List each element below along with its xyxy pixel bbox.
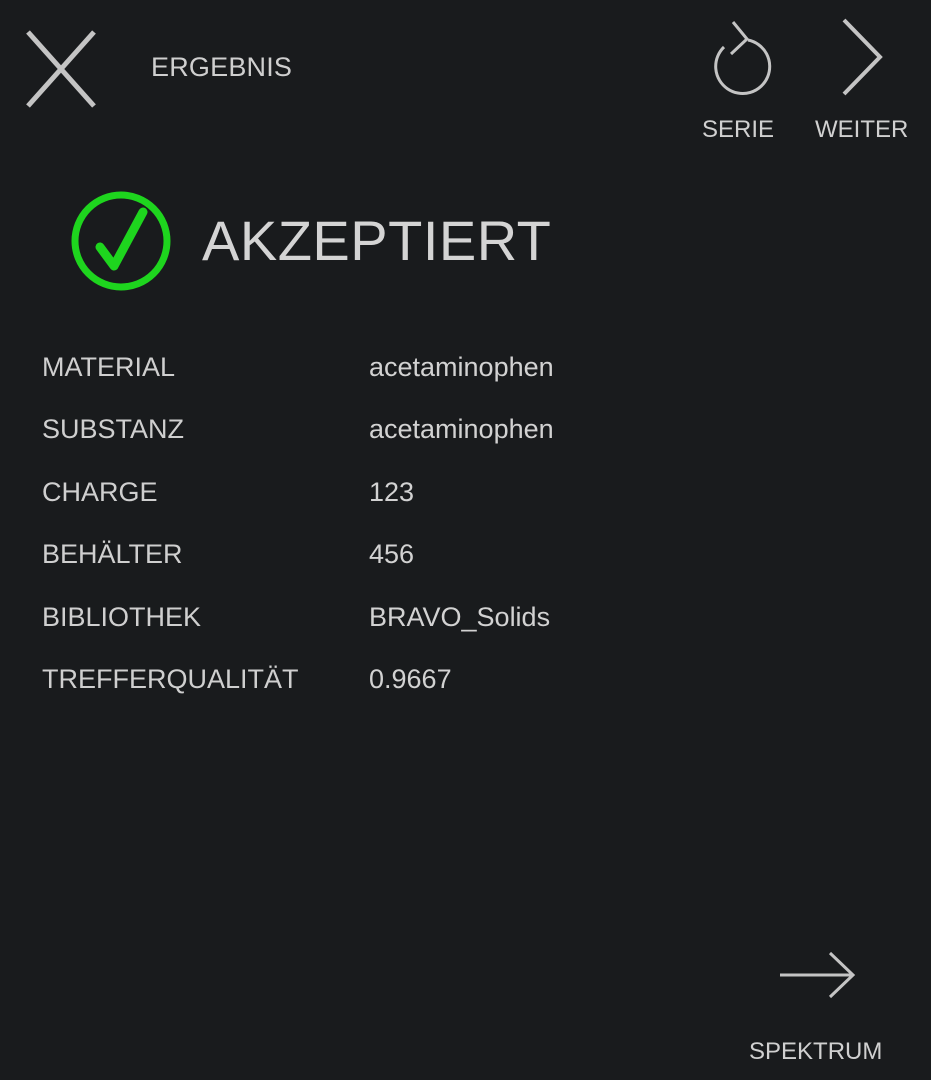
detail-value: BRAVO_Solids (369, 601, 551, 632)
spektrum-label: SPEKTRUM (749, 1038, 883, 1065)
spektrum-button[interactable]: SPEKTRUM (740, 944, 900, 1070)
serie-label: SERIE (702, 116, 775, 143)
chevron-right-icon (842, 18, 883, 96)
detail-value: 0.9667 (369, 663, 452, 694)
detail-row-charge: CHARGE 123 (42, 477, 662, 539)
detail-label: CHARGE (42, 476, 158, 507)
weiter-label: WEITER (815, 116, 909, 143)
close-icon (26, 30, 96, 108)
close-button[interactable] (20, 26, 102, 112)
detail-label: TREFFERQUALITÄT (42, 663, 299, 694)
arrow-right-icon (780, 951, 856, 999)
detail-row-trefferqualitaet: TREFFERQUALITÄT 0.9667 (42, 664, 662, 726)
detail-value: 123 (369, 476, 415, 507)
detail-value: acetaminophen (369, 352, 554, 382)
undo-icon (714, 21, 772, 95)
page-title: ERGEBNIS (151, 52, 293, 82)
detail-label: BIBLIOTHEK (42, 601, 202, 632)
detail-row-material: MATERIAL acetaminophen (42, 352, 662, 414)
result-details: MATERIAL acetaminophen SUBSTANZ acetamin… (42, 352, 662, 726)
check-circle-icon (71, 191, 171, 291)
detail-value: 456 (369, 539, 415, 570)
detail-row-substanz: SUBSTANZ acetaminophen (42, 414, 662, 476)
detail-row-bibliothek: BIBLIOTHEK BRAVO_Solids (42, 602, 662, 664)
detail-label: MATERIAL (42, 352, 176, 382)
detail-label: BEHÄLTER (42, 539, 183, 570)
weiter-button[interactable]: WEITER (810, 10, 920, 150)
serie-button[interactable]: SERIE (696, 10, 786, 150)
detail-row-behaelter: BEHÄLTER 456 (42, 539, 662, 601)
detail-label: SUBSTANZ (42, 414, 185, 445)
status-text: AKZEPTIERT (202, 209, 552, 272)
detail-value: acetaminophen (369, 414, 554, 445)
